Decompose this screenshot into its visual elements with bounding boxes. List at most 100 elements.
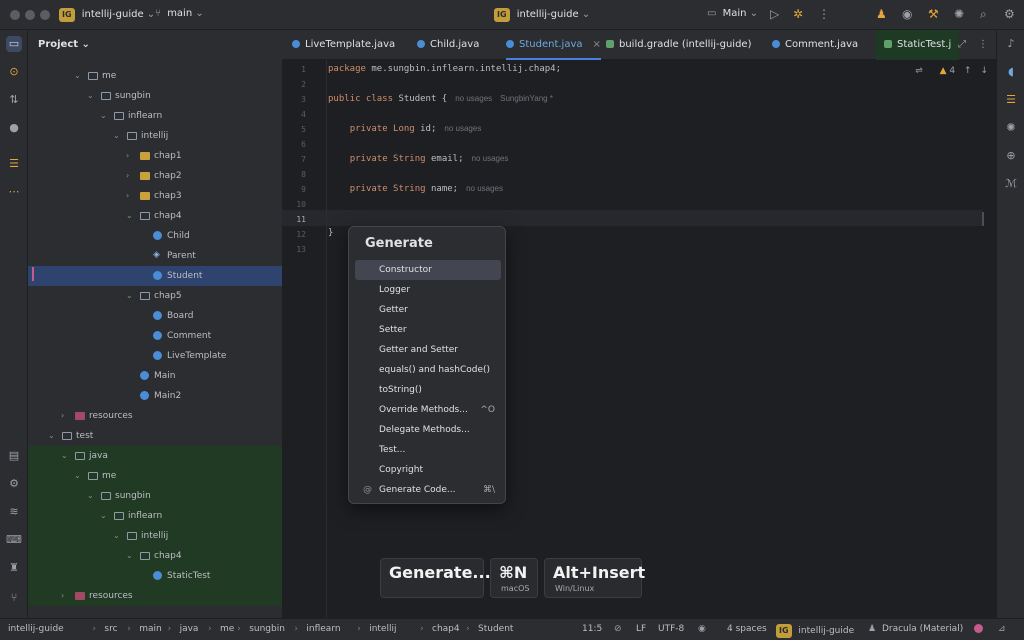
github-icon[interactable]: ● [6, 120, 22, 136]
breadcrumb-item[interactable]: chap4 [432, 624, 460, 634]
chevron-right-icon[interactable]: › [61, 586, 71, 606]
breadcrumb-item[interactable]: intellij [369, 624, 396, 634]
tree-item[interactable]: ⌄ chap5 [28, 286, 282, 306]
breadcrumb-item[interactable]: me [220, 624, 234, 634]
tree-item[interactable]: › resources [28, 406, 282, 426]
project-panel-title[interactable]: Project ⌄ [38, 39, 90, 50]
tree-item[interactable]: ⌄ intellij [28, 126, 282, 146]
lock-icon[interactable]: ⊿ [998, 624, 1006, 634]
tab-options-icon[interactable]: ⋮ [978, 30, 988, 60]
breadcrumb-item[interactable]: src [104, 624, 117, 634]
window-close-button[interactable] [10, 10, 20, 20]
line-ending[interactable]: LF [636, 624, 646, 634]
tab-student[interactable]: Student.java × [506, 30, 601, 60]
breadcrumb-item[interactable]: inflearn [306, 624, 340, 634]
inspection-widget[interactable]: ⇌ ▲ 4 ↑ ↓ [915, 66, 988, 76]
chevron-down-icon[interactable]: ⌄ [48, 426, 58, 446]
arrow-down-icon[interactable]: ↓ [980, 66, 988, 76]
code-with-me-icon[interactable]: ♟ [876, 7, 887, 21]
chevron-down-icon[interactable]: ⌄ [87, 486, 97, 506]
tree-item[interactable]: ⌄ inflearn [28, 506, 282, 526]
chevron-down-icon[interactable]: ⌄ [126, 546, 136, 566]
tab-child[interactable]: Child.java [417, 30, 479, 60]
tree-item[interactable]: › chap1 [28, 146, 282, 166]
more-horizontal-icon[interactable]: ⋯ [6, 184, 22, 200]
menu-item[interactable]: Delegate Methods... [355, 420, 501, 440]
chevron-down-icon[interactable]: ⌄ [100, 506, 110, 526]
tree-item[interactable]: Main2 [28, 386, 282, 406]
menu-item[interactable]: Setter [355, 320, 501, 340]
tree-item[interactable]: ⌄ java [28, 446, 282, 466]
tree-item[interactable]: ⌄ chap4 [28, 206, 282, 226]
tree-item[interactable]: ⌄ sungbin [28, 86, 282, 106]
breadcrumb-item[interactable]: Student [478, 624, 513, 634]
ai-assistant-icon[interactable]: ✺ [954, 7, 964, 21]
tree-item[interactable]: › resources [28, 586, 282, 606]
tree-item[interactable]: ⌄ test [28, 426, 282, 446]
chevron-down-icon[interactable]: ⌄ [126, 286, 136, 306]
indent-setting[interactable]: 4 spaces [727, 624, 767, 634]
menu-item[interactable]: Getter and Setter [355, 340, 501, 360]
expand-icon[interactable]: ⤢ [958, 30, 966, 60]
debug-icon[interactable]: ✲ [793, 7, 803, 21]
file-encoding[interactable]: UTF-8 [658, 624, 684, 634]
more-vertical-icon[interactable]: ⋮ [818, 7, 830, 21]
menu-item[interactable]: Constructor [355, 260, 501, 280]
record-icon[interactable]: ◉ [902, 7, 912, 21]
chevron-right-icon[interactable]: › [126, 146, 136, 166]
markdown-icon[interactable]: ℳ [1003, 176, 1019, 192]
close-icon[interactable]: × [593, 39, 601, 50]
tab-statictest[interactable]: StaticTest.j [876, 30, 960, 60]
tree-item[interactable]: LiveTemplate [28, 346, 282, 366]
commit-icon[interactable]: ⊙ [6, 64, 22, 80]
reader-mode-icon[interactable]: ⇌ [915, 66, 923, 76]
git-icon[interactable]: ⊘ [614, 624, 622, 634]
menu-item[interactable]: Copyright [355, 460, 501, 480]
tab-build-gradle[interactable]: build.gradle (intellij-guide) [606, 30, 752, 60]
chevron-down-icon[interactable]: ⌄ [87, 86, 97, 106]
tab-livetemplate[interactable]: LiveTemplate.java [292, 30, 395, 60]
menu-item[interactable]: Override Methods... ^O [355, 400, 501, 420]
tree-item[interactable]: Main [28, 366, 282, 386]
breadcrumb-item[interactable]: sungbin [249, 624, 285, 634]
breadcrumb-item[interactable]: intellij-guide [8, 624, 64, 634]
tree-item[interactable]: ⌄ me [28, 66, 282, 86]
chevron-right-icon[interactable]: › [126, 166, 136, 186]
scrollbar-thumb[interactable] [982, 212, 984, 226]
window-zoom-button[interactable] [40, 10, 50, 20]
gradle-icon[interactable]: ◖ [1003, 64, 1019, 80]
menu-item[interactable]: equals() and hashCode() [355, 360, 501, 380]
tree-item[interactable]: ⌄ sungbin [28, 486, 282, 506]
tree-item[interactable]: Comment [28, 326, 282, 346]
chevron-right-icon[interactable]: › [61, 406, 71, 426]
project-status[interactable]: IG intellij-guide [776, 624, 854, 638]
version-control-icon[interactable]: ⑂ [6, 590, 22, 606]
menu-item[interactable]: toString() [355, 380, 501, 400]
notifications-bell-icon[interactable]: ♪ [1003, 36, 1019, 52]
project-selector[interactable]: IG intellij-guide ⌄ [59, 8, 155, 22]
tree-item[interactable]: Board [28, 306, 282, 326]
arrow-up-icon[interactable]: ↑ [964, 66, 972, 76]
pull-requests-icon[interactable]: ⇅ [6, 92, 22, 108]
tree-item[interactable]: › chap2 [28, 166, 282, 186]
tree-item[interactable]: Child [28, 226, 282, 246]
chevron-right-icon[interactable]: › [126, 186, 136, 206]
chevron-down-icon[interactable]: ⌄ [113, 526, 123, 546]
bookmarks-icon[interactable]: ▤ [6, 448, 22, 464]
cursor-position[interactable]: 11:5 [582, 624, 602, 634]
run-config-selector[interactable]: ▭ Main ⌄ [707, 8, 758, 19]
branch-selector[interactable]: ⑂ main ⌄ [155, 8, 204, 19]
breadcrumb-item[interactable]: java [180, 624, 199, 634]
theme-status[interactable]: ♟ Dracula (Material) [868, 624, 963, 634]
chevron-down-icon[interactable]: ⌄ [61, 446, 71, 466]
tree-item[interactable]: › chap3 [28, 186, 282, 206]
structure-icon[interactable]: ☰ [6, 156, 22, 172]
tools-icon[interactable]: ⚒ [928, 7, 939, 21]
notifications-icon[interactable]: ♜ [6, 560, 22, 576]
chevron-down-icon[interactable]: ⌄ [74, 66, 84, 86]
tree-item[interactable]: ⌄ inflearn [28, 106, 282, 126]
menu-item[interactable]: Logger [355, 280, 501, 300]
settings-icon[interactable]: ⚙ [1004, 7, 1015, 21]
menu-item[interactable]: Getter [355, 300, 501, 320]
status-dot-icon[interactable] [974, 624, 983, 636]
